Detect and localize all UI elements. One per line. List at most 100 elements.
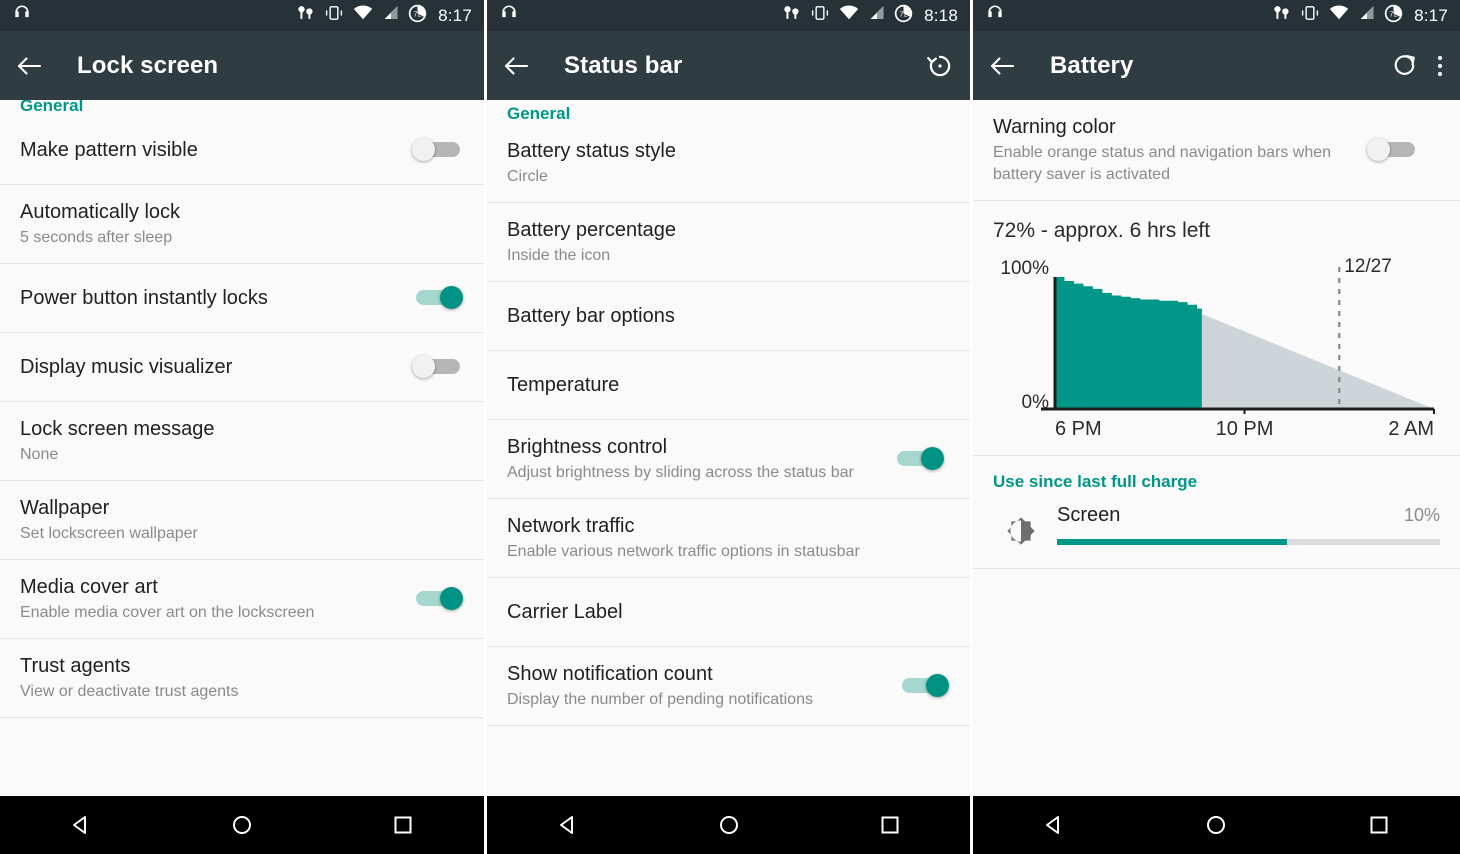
list-item-title: Automatically lock [20, 201, 181, 223]
list-item-battery-percentage[interactable]: Battery percentage Inside the icon [487, 203, 970, 282]
list-item-title: Show notification count [507, 663, 713, 685]
page-title: Lock screen [77, 51, 219, 79]
section-header-general: General [507, 104, 571, 123]
list-item-title: Media cover art [20, 576, 158, 598]
list-item-brightness-control[interactable]: Brightness control Adjust brightness by … [487, 420, 970, 499]
list-item-battery-bar-options[interactable]: Battery bar options [487, 282, 970, 351]
list-item-title: Battery status style [507, 140, 676, 162]
list-item-lock-screen-message[interactable]: Lock screen message None [0, 402, 484, 481]
nav-recents-button[interactable] [363, 812, 443, 838]
nav-home-button[interactable] [1176, 812, 1256, 838]
list-item-power-button-instantly-locks[interactable]: Power button instantly locks [0, 264, 484, 333]
settings-list[interactable]: General Battery status style Circle Batt… [487, 100, 970, 854]
nav-recents-button[interactable] [1339, 812, 1419, 838]
phone-screen-status-bar-settings: 72 8:18 Status bar General Battery statu… [487, 0, 973, 854]
switch-media-cover-art[interactable] [412, 584, 464, 614]
nav-back-button[interactable] [41, 812, 121, 838]
list-item-warning-color[interactable]: Warning color Enable orange status and n… [973, 100, 1460, 201]
switch-power-button-instantly-locks[interactable] [412, 283, 464, 313]
svg-text:6 PM: 6 PM [1055, 418, 1102, 440]
list-item-subtitle: Enable orange status and navigation bars… [993, 144, 1332, 183]
list-item-battery-status-style[interactable]: Battery status style Circle [487, 124, 970, 203]
list-item-title: Display music visualizer [20, 356, 233, 378]
system-navigation-bar [973, 796, 1460, 854]
restore-defaults-icon[interactable] [926, 52, 954, 80]
page-title: Battery [1050, 51, 1134, 79]
status-bar-notification-icons [12, 3, 32, 28]
list-item-trust-agents[interactable]: Trust agents View or deactivate trust ag… [0, 639, 484, 718]
list-item-title: Carrier Label [507, 601, 623, 623]
battery-use-item-name: Screen [1057, 504, 1121, 526]
vibrate-icon [810, 5, 830, 26]
nav-back-button[interactable] [1014, 812, 1094, 838]
battery-content[interactable]: Warning color Enable orange status and n… [973, 100, 1460, 854]
wifi-icon [839, 5, 859, 26]
svg-text:72: 72 [413, 9, 421, 18]
list-item-temperature[interactable]: Temperature [487, 351, 970, 420]
section-header-general: General [20, 100, 84, 115]
battery-circle-icon: 72 [1384, 4, 1403, 28]
svg-text:72: 72 [1389, 9, 1397, 18]
list-item-subtitle: Set lockscreen wallpaper [20, 525, 198, 542]
switch-make-pattern-visible[interactable] [412, 135, 464, 165]
wifi-icon [353, 5, 373, 26]
switch-brightness-control[interactable] [893, 444, 945, 474]
screenshot-root: 72 8:17 Lock screen General Make pattern… [0, 0, 1460, 854]
overflow-menu-icon[interactable] [1436, 52, 1444, 80]
battery-history-chart[interactable]: 72% - approx. 6 hrs left 12/27 100% 0% 6 PM… [973, 201, 1460, 456]
vibrate-icon [1300, 5, 1320, 26]
refresh-icon[interactable] [1391, 52, 1418, 79]
action-bar: Status bar [487, 31, 970, 100]
battery-use-item-screen[interactable]: Screen 10% [973, 494, 1460, 569]
back-button[interactable] [989, 55, 1033, 77]
back-button[interactable] [503, 55, 547, 77]
signal-icon [382, 5, 399, 26]
list-item-subtitle: Enable media cover art on the lockscreen [20, 604, 315, 621]
phone-screen-lock-screen: 72 8:17 Lock screen General Make pattern… [0, 0, 487, 854]
signal-icon [868, 5, 885, 26]
list-item-title: Lock screen message [20, 418, 215, 440]
back-button[interactable] [16, 55, 60, 77]
system-status-bar: 72 8:18 [487, 0, 970, 31]
action-bar: Battery [973, 31, 1460, 100]
settings-list[interactable]: General Make pattern visible Automatical… [0, 100, 484, 854]
nav-recents-button[interactable] [850, 812, 930, 838]
list-item-show-notification-count[interactable]: Show notification count Display the numb… [487, 647, 970, 726]
nav-home-button[interactable] [202, 812, 282, 838]
nav-home-button[interactable] [689, 812, 769, 838]
vibrate-icon [324, 5, 344, 26]
svg-text:2 AM: 2 AM [1388, 418, 1434, 440]
list-item-network-traffic[interactable]: Network traffic Enable various network t… [487, 499, 970, 578]
list-item-subtitle: View or deactivate trust agents [20, 683, 239, 700]
action-bar: Lock screen [0, 31, 484, 100]
switch-display-music-visualizer[interactable] [412, 352, 464, 382]
nav-back-button[interactable] [528, 812, 608, 838]
status-bar-clock: 8:18 [924, 5, 958, 25]
headset-icon [499, 3, 519, 28]
list-item-make-pattern-visible[interactable]: Make pattern visible [0, 116, 484, 185]
svg-text:72: 72 [899, 9, 907, 18]
list-item-title: Battery percentage [507, 219, 676, 241]
battery-use-item-progress [1057, 539, 1440, 545]
headset-icon [12, 3, 32, 28]
list-item-subtitle: Circle [507, 168, 548, 185]
brightness-icon [993, 504, 1049, 552]
list-item-subtitle: Enable various network traffic options i… [507, 543, 860, 560]
list-item-title: Brightness control [507, 436, 668, 458]
status-bar-system-icons: 72 8:17 [1273, 4, 1448, 28]
status-bar-clock: 8:17 [438, 5, 472, 25]
list-item-title: Power button instantly locks [20, 287, 268, 309]
battery-circle-icon: 72 [408, 4, 427, 28]
list-item-title: Make pattern visible [20, 139, 198, 161]
list-item-automatically-lock[interactable]: Automatically lock 5 seconds after sleep [0, 185, 484, 264]
switch-warning-color[interactable] [1367, 135, 1419, 165]
list-item-carrier-label[interactable]: Carrier Label [487, 578, 970, 647]
list-item-media-cover-art[interactable]: Media cover art Enable media cover art o… [0, 560, 484, 639]
list-item-subtitle: 5 seconds after sleep [20, 229, 173, 246]
list-item-title: Network traffic [507, 515, 635, 537]
status-bar-notification-icons [499, 3, 519, 28]
list-item-display-music-visualizer[interactable]: Display music visualizer [0, 333, 484, 402]
switch-show-notification-count[interactable] [898, 671, 950, 701]
status-bar-clock: 8:17 [1414, 5, 1448, 25]
list-item-wallpaper[interactable]: Wallpaper Set lockscreen wallpaper [0, 481, 484, 560]
